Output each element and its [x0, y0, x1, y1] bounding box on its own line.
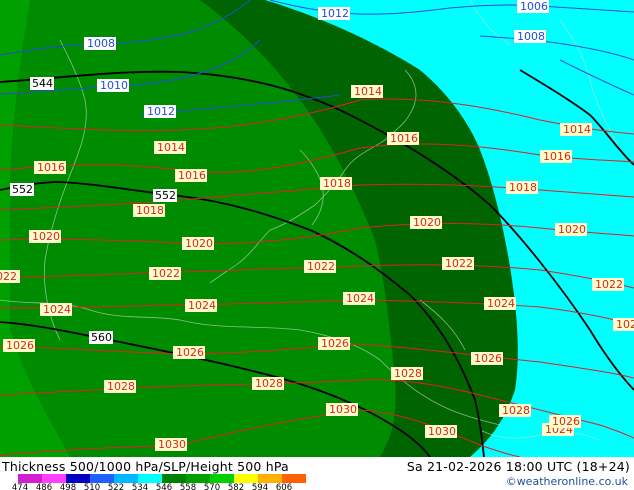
isobar-label: 1022: [307, 260, 335, 273]
scale-tick-label: 522: [107, 483, 125, 490]
isobar-label: 1026: [6, 339, 34, 352]
isobar-label: 1008: [514, 30, 546, 43]
height-label: 544: [32, 77, 53, 90]
isobar-label: 1022: [0, 270, 17, 283]
scale-swatch: [90, 474, 114, 483]
isobar-label: 1016: [390, 132, 418, 145]
isobar-label: 1024: [616, 318, 634, 331]
isobar-label: 1012: [318, 7, 350, 20]
isobar-label: 1012: [144, 105, 176, 118]
isobar-label: 1016: [543, 150, 571, 163]
isobar-label: 1026: [176, 346, 204, 359]
scale-swatch: [138, 474, 162, 483]
scale-swatch: [66, 474, 90, 483]
isobar-label: 1030: [329, 403, 357, 416]
svg-text:1012: 1012: [147, 105, 175, 118]
isobar-label: 1020: [558, 223, 586, 236]
scale-tick-label: 498: [59, 483, 77, 490]
isobar-label: 1030: [158, 438, 186, 451]
scale-tick-label: 582: [227, 483, 245, 490]
scale-tick-label: 546: [155, 483, 173, 490]
color-scale: 474 486 498 510 522 534 546 558 570 582 594 606: [12, 474, 308, 490]
isobar-label: 1014: [354, 85, 382, 98]
scale-tick-label: 570: [203, 483, 221, 490]
scale-swatch: [114, 474, 138, 483]
isobar-label: 1028: [502, 404, 530, 417]
svg-text:1008: 1008: [517, 30, 545, 43]
map-canvas: 1006 1008 1008 1010 1012 1012 1014 1014 …: [0, 0, 634, 457]
scale-tick-label: 486: [35, 483, 53, 490]
scale-tick-label: 606: [275, 483, 293, 490]
scale-tick-label: 510: [83, 483, 101, 490]
isobar-label: 1020: [185, 237, 213, 250]
isobar-label: 1028: [255, 377, 283, 390]
isobar-label: 1028: [107, 380, 135, 393]
isobar-label: 1010: [97, 79, 129, 92]
isobar-label: 1018: [323, 177, 351, 190]
scale-swatch: [210, 474, 234, 483]
isobar-label: 1026: [552, 415, 580, 428]
svg-text:1010: 1010: [100, 79, 128, 92]
credit-link[interactable]: ©weatheronline.co.uk: [506, 475, 628, 488]
isobar-label: 1024: [487, 297, 515, 310]
scale-swatch: [258, 474, 282, 483]
svg-text:1008: 1008: [87, 37, 115, 50]
weather-chart: 1006 1008 1008 1010 1012 1012 1014 1014 …: [0, 0, 634, 490]
scale-swatch: [42, 474, 66, 483]
isobar-label: 1026: [321, 337, 349, 350]
isobar-label: 1026: [474, 352, 502, 365]
isobar-label: 1024: [346, 292, 374, 305]
height-label: 552: [12, 183, 33, 196]
isobar-label: 1016: [37, 161, 65, 174]
isobar-label: 1024: [188, 299, 216, 312]
scale-tick-label: 534: [131, 483, 149, 490]
scale-tick-label: 474: [11, 483, 29, 490]
isobar-label: 1024: [43, 303, 71, 316]
scale-swatch: [234, 474, 258, 483]
isobar-label: 1006: [517, 0, 549, 13]
footer-bar: Thickness 500/1000 hPa/SLP/Height 500 hP…: [0, 457, 634, 490]
isobar-label: 1022: [445, 257, 473, 270]
svg-text:1006: 1006: [520, 0, 548, 13]
scale-swatch: [186, 474, 210, 483]
isobar-label: 1020: [413, 216, 441, 229]
isobar-label: 1016: [178, 169, 206, 182]
isobar-label: 1014: [157, 141, 185, 154]
svg-text:1012: 1012: [321, 7, 349, 20]
isobar-label: 1022: [595, 278, 623, 291]
isobar-label: 1018: [136, 204, 164, 217]
height-label: 560: [91, 331, 112, 344]
scale-swatch: [18, 474, 42, 483]
height-label: 552: [155, 189, 176, 202]
isobar-label: 1014: [563, 123, 591, 136]
isobar-label: 1018: [509, 181, 537, 194]
chart-title: Thickness 500/1000 hPa/SLP/Height 500 hP…: [2, 459, 289, 474]
scale-tick-label: 594: [251, 483, 269, 490]
scale-tick-label: 558: [179, 483, 197, 490]
valid-time: Sa 21-02-2026 18:00 UTC (18+24): [406, 459, 630, 474]
isobar-label: 1028: [394, 367, 422, 380]
scale-swatch: [162, 474, 186, 483]
isobar-label: 1008: [84, 37, 116, 50]
isobar-label: 1020: [32, 230, 60, 243]
isobar-label: 1022: [152, 267, 180, 280]
scale-swatch: [282, 474, 306, 483]
isobar-label: 1030: [428, 425, 456, 438]
